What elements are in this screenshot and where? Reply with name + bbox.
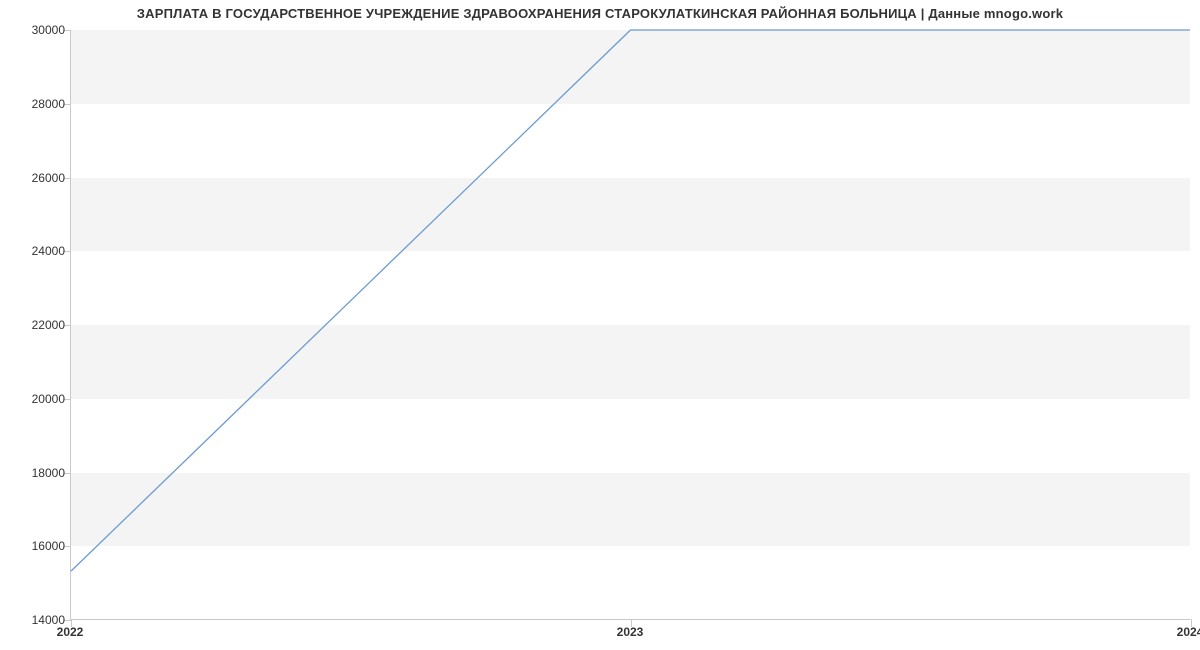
chart-container: ЗАРПЛАТА В ГОСУДАРСТВЕННОЕ УЧРЕЖДЕНИЕ ЗД… [0,0,1200,650]
y-axis-label: 16000 [10,539,65,553]
x-axis-label: 2022 [57,625,84,639]
y-axis-label: 20000 [10,392,65,406]
y-axis-label: 26000 [10,171,65,185]
data-line [71,30,1190,571]
chart-title: ЗАРПЛАТА В ГОСУДАРСТВЕННОЕ УЧРЕЖДЕНИЕ ЗД… [0,6,1200,21]
y-axis-label: 28000 [10,97,65,111]
x-axis-label: 2024 [1177,625,1200,639]
y-axis-label: 24000 [10,244,65,258]
y-axis-label: 30000 [10,23,65,37]
x-axis-label: 2023 [617,625,644,639]
y-axis-label: 18000 [10,466,65,480]
line-series [71,30,1190,619]
plot-area [70,30,1190,620]
y-axis-label: 22000 [10,318,65,332]
